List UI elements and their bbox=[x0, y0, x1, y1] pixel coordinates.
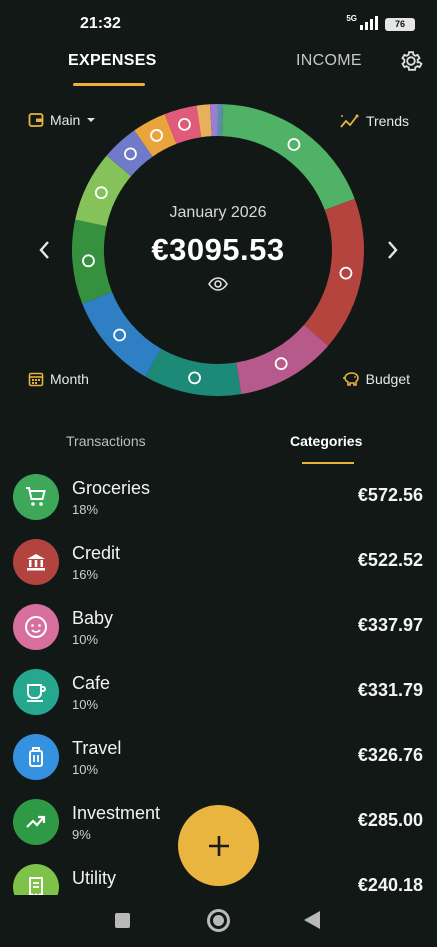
category-name: Investment bbox=[72, 803, 161, 823]
category-icon-circle bbox=[13, 604, 59, 650]
budget-label: Budget bbox=[365, 371, 410, 387]
tab-income[interactable]: INCOME bbox=[296, 52, 362, 70]
baby-face-icon bbox=[25, 616, 47, 638]
signal-icon bbox=[360, 16, 378, 30]
category-icon-circle bbox=[13, 734, 59, 780]
category-name: Groceries bbox=[72, 478, 151, 498]
category-row-travel[interactable]: Travel 10% €326.76 bbox=[0, 725, 437, 790]
category-row-credit[interactable]: Credit 16% €522.52 bbox=[0, 530, 437, 595]
category-icon-circle bbox=[13, 474, 59, 520]
category-icon-circle bbox=[13, 669, 59, 715]
home-icon[interactable] bbox=[207, 909, 230, 932]
period-label: January 2026 bbox=[169, 204, 267, 221]
category-row-cafe[interactable]: Cafe 10% €331.79 bbox=[0, 660, 437, 725]
eye-icon[interactable] bbox=[208, 276, 228, 292]
previous-period-icon[interactable] bbox=[37, 239, 51, 261]
category-amount: €326.76 bbox=[357, 745, 423, 765]
receipt-icon bbox=[29, 877, 43, 895]
add-transaction-button[interactable] bbox=[178, 805, 259, 886]
luggage-icon bbox=[29, 747, 43, 767]
category-icon-circle bbox=[13, 864, 59, 895]
category-percent: 10% bbox=[72, 762, 99, 777]
status-bar: 21:32 5G 76 bbox=[0, 0, 437, 46]
back-icon[interactable] bbox=[304, 911, 320, 929]
category-name: Credit bbox=[72, 543, 121, 563]
network-label: 5G bbox=[346, 14, 357, 23]
category-name: Utility bbox=[72, 868, 116, 888]
category-percent: 10% bbox=[72, 632, 99, 647]
category-amount: €572.56 bbox=[357, 485, 423, 505]
category-amount: €285.00 bbox=[357, 810, 423, 830]
trend-up-icon bbox=[26, 815, 46, 828]
category-percent: 9% bbox=[72, 827, 91, 842]
summary-center: January 2026 €3095.53 bbox=[72, 104, 364, 396]
tab-transactions[interactable]: Transactions bbox=[66, 433, 146, 449]
category-name: Travel bbox=[72, 738, 122, 758]
next-period-icon[interactable] bbox=[386, 239, 400, 261]
category-percent: 16% bbox=[72, 567, 99, 582]
category-percent: 18% bbox=[72, 502, 99, 517]
wallet-icon bbox=[28, 113, 44, 127]
trends-label: Trends bbox=[365, 113, 409, 129]
category-percent: 10% bbox=[72, 697, 99, 712]
tab-categories[interactable]: Categories bbox=[290, 433, 362, 449]
category-row-baby[interactable]: Baby 10% €337.97 bbox=[0, 595, 437, 660]
category-amount: €337.97 bbox=[357, 615, 423, 635]
active-tab-indicator bbox=[73, 83, 145, 86]
category-amount: €240.18 bbox=[357, 875, 423, 895]
battery-icon: 76 bbox=[385, 18, 415, 31]
system-navigation-bar bbox=[0, 895, 437, 947]
category-icon-circle bbox=[13, 799, 59, 845]
coffee-cup-icon bbox=[27, 684, 46, 702]
status-time: 21:32 bbox=[80, 15, 121, 32]
category-icon-circle bbox=[13, 539, 59, 585]
plus-icon bbox=[208, 835, 229, 856]
category-amount: €522.52 bbox=[357, 550, 423, 570]
category-name: Baby bbox=[72, 608, 114, 628]
recent-apps-icon[interactable] bbox=[115, 913, 130, 928]
bank-icon bbox=[27, 554, 45, 571]
category-name: Cafe bbox=[72, 673, 111, 693]
tab-expenses[interactable]: EXPENSES bbox=[68, 52, 157, 70]
active-subtab-indicator bbox=[302, 462, 354, 464]
category-row-groceries[interactable]: Groceries 18% €572.56 bbox=[0, 465, 437, 530]
gear-icon[interactable] bbox=[399, 49, 423, 73]
category-amount: €331.79 bbox=[357, 680, 423, 700]
cart-icon bbox=[26, 487, 46, 506]
total-amount: €3095.53 bbox=[151, 232, 285, 267]
calendar-icon bbox=[28, 372, 44, 387]
